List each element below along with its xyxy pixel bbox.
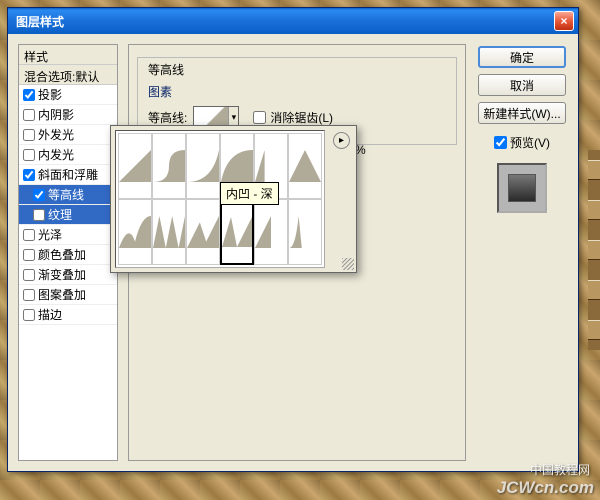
style-label: 等高线 — [48, 186, 84, 203]
dialog-buttons-panel: 确定 取消 新建样式(W)... 预览(V) — [476, 44, 568, 461]
style-label: 外发光 — [38, 126, 74, 143]
titlebar[interactable]: 图层样式 × — [8, 8, 578, 34]
style-checkbox[interactable] — [23, 309, 35, 321]
contour-preset[interactable] — [254, 199, 288, 265]
antialiased-checkbox[interactable] — [253, 111, 266, 124]
style-label: 渐变叠加 — [38, 266, 86, 283]
style-checkbox[interactable] — [23, 89, 35, 101]
style-item[interactable]: 描边 — [19, 305, 117, 325]
contour-preset[interactable] — [152, 133, 186, 199]
style-item[interactable]: 投影 — [19, 85, 117, 105]
antialiased-label: 消除锯齿(L) — [270, 109, 333, 126]
style-label: 描边 — [38, 306, 62, 323]
dropdown-arrow-icon — [228, 107, 238, 127]
contour-preset[interactable] — [288, 133, 322, 199]
dialog-title: 图层样式 — [16, 13, 554, 30]
ok-button[interactable]: 确定 — [478, 46, 566, 68]
style-label: 光泽 — [38, 226, 62, 243]
styles-header[interactable]: 样式 — [19, 45, 117, 65]
style-label: 投影 — [38, 86, 62, 103]
contour-thumbnail — [194, 107, 228, 127]
style-checkbox[interactable] — [33, 189, 45, 201]
style-item[interactable]: 斜面和浮雕 — [19, 165, 117, 185]
styles-panel: 样式 混合选项:默认 投影内阴影外发光内发光斜面和浮雕等高线纹理光泽颜色叠加渐变… — [18, 44, 118, 461]
style-checkbox[interactable] — [23, 129, 35, 141]
preview-option[interactable]: 预览(V) — [494, 134, 550, 151]
picker-menu-button[interactable] — [333, 132, 350, 149]
close-button[interactable]: × — [554, 11, 574, 31]
style-checkbox[interactable] — [23, 269, 35, 281]
style-item[interactable]: 光泽 — [19, 225, 117, 245]
contour-preset[interactable] — [186, 199, 220, 265]
style-checkbox[interactable] — [23, 289, 35, 301]
style-item[interactable]: 图案叠加 — [19, 285, 117, 305]
watermark-cn: 中国教程网 — [530, 461, 590, 478]
close-icon: × — [560, 14, 567, 28]
contour-preset[interactable] — [186, 133, 220, 199]
style-label: 斜面和浮雕 — [38, 166, 98, 183]
style-item[interactable]: 内发光 — [19, 145, 117, 165]
style-item[interactable]: 等高线 — [19, 185, 117, 205]
preview-swatch — [497, 163, 547, 213]
style-label: 图案叠加 — [38, 286, 86, 303]
style-item[interactable]: 纹理 — [19, 205, 117, 225]
style-checkbox[interactable] — [23, 149, 35, 161]
preview-label: 预览(V) — [510, 134, 550, 151]
contour-preset[interactable] — [118, 199, 152, 265]
contour-preset[interactable] — [118, 133, 152, 199]
background-decoration — [588, 150, 600, 350]
style-label: 内阴影 — [38, 106, 74, 123]
style-label: 纹理 — [48, 206, 72, 223]
style-label: 颜色叠加 — [38, 246, 86, 263]
style-checkbox[interactable] — [23, 169, 35, 181]
preview-checkbox[interactable] — [494, 136, 507, 149]
new-style-button[interactable]: 新建样式(W)... — [478, 102, 566, 124]
style-checkbox[interactable] — [23, 109, 35, 121]
antialiased-option[interactable]: 消除锯齿(L) — [253, 109, 333, 126]
style-item[interactable]: 颜色叠加 — [19, 245, 117, 265]
style-checkbox[interactable] — [23, 229, 35, 241]
watermark-url: JCWcn.com — [497, 478, 594, 498]
preview-inner — [508, 174, 536, 202]
style-item[interactable]: 外发光 — [19, 125, 117, 145]
resize-grip[interactable] — [342, 258, 354, 270]
contour-tooltip: 内凹 - 深 — [220, 182, 279, 205]
contour-preset[interactable] — [152, 199, 186, 265]
style-checkbox[interactable] — [33, 209, 45, 221]
contour-preset-selected[interactable] — [220, 199, 254, 265]
contour-label: 等高线: — [148, 109, 187, 126]
contour-preset[interactable] — [288, 199, 322, 265]
style-item[interactable]: 内阴影 — [19, 105, 117, 125]
fieldset-title: 等高线 — [144, 61, 188, 78]
style-item[interactable]: 渐变叠加 — [19, 265, 117, 285]
style-label: 内发光 — [38, 146, 74, 163]
cancel-button[interactable]: 取消 — [478, 74, 566, 96]
style-checkbox[interactable] — [23, 249, 35, 261]
blend-options-row[interactable]: 混合选项:默认 — [19, 65, 117, 85]
elements-subtitle: 图素 — [148, 83, 446, 100]
